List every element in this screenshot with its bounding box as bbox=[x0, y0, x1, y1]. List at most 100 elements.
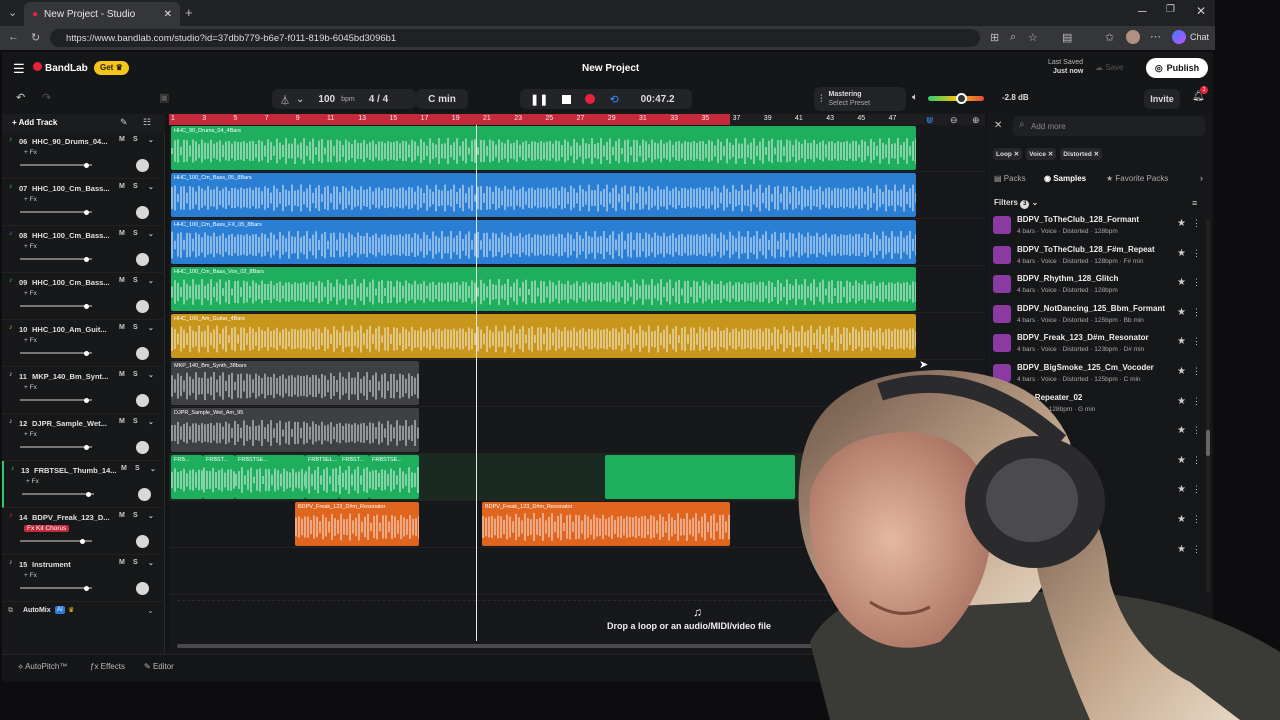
extensions-icon[interactable]: ▤ bbox=[1062, 31, 1072, 44]
more-options-icon[interactable]: ⋮ bbox=[1192, 218, 1201, 229]
pan-knob[interactable] bbox=[138, 488, 151, 501]
volume-knob[interactable] bbox=[80, 538, 85, 544]
track-header[interactable]: ♪ 12 DJPR_Sample_Wet... + Fx M S ⌄ bbox=[2, 414, 165, 461]
filter-chip[interactable]: Loop ✕ bbox=[993, 148, 1023, 160]
track-chevron-icon[interactable]: ⌄ bbox=[148, 230, 154, 238]
favorite-star-icon[interactable]: ★ bbox=[1177, 248, 1186, 259]
sample-thumbnail[interactable] bbox=[993, 216, 1011, 234]
filter-chip[interactable]: Distorted ✕ bbox=[1060, 148, 1103, 160]
effects-button[interactable]: ƒx Effects bbox=[90, 662, 125, 671]
track-volume-slider[interactable] bbox=[20, 444, 92, 450]
more-options-icon[interactable]: ⋮ bbox=[1192, 307, 1201, 318]
track-name[interactable]: 14 bbox=[19, 513, 27, 522]
sort-icon[interactable]: ≡ bbox=[1192, 198, 1197, 208]
solo-button[interactable]: S bbox=[133, 512, 138, 519]
track-title[interactable]: BDPV_Freak_123_D... bbox=[32, 513, 110, 522]
track-header[interactable]: ♪ 08 HHC_100_Cm_Bass... + Fx M S ⌄ bbox=[2, 226, 165, 273]
editor-button[interactable]: ✎ Editor bbox=[144, 662, 174, 671]
audio-clip[interactable]: HHC_100_Cm_Bass_05_8Bars bbox=[171, 173, 916, 217]
tab-samples[interactable]: ◉ Samples bbox=[1044, 174, 1086, 183]
audio-clip[interactable]: BDPV_Freak_123_D#m_Resonator bbox=[295, 502, 419, 546]
track-title[interactable]: HHC_100_Cm_Bass... bbox=[32, 184, 110, 193]
time-signature[interactable]: 4 / 4 bbox=[369, 94, 388, 105]
track-title[interactable]: MKP_140_Bm_Synt... bbox=[32, 372, 108, 381]
track-header[interactable]: ♪ 10 HHC_100_Am_Guit... + Fx M S ⌄ bbox=[2, 320, 165, 367]
track-fx-button[interactable]: + Fx bbox=[24, 431, 37, 438]
track-chevron-icon[interactable]: ⌄ bbox=[148, 559, 154, 567]
solo-button[interactable]: S bbox=[133, 136, 138, 143]
track-volume-slider[interactable] bbox=[22, 491, 94, 497]
audio-clip[interactable]: MKP_140_Bm_Synth_38bars bbox=[171, 361, 419, 405]
audio-clip[interactable]: FRBTSEL... bbox=[305, 455, 339, 499]
track-header[interactable]: ♪ 09 HHC_100_Cm_Bass... + Fx M S ⌄ bbox=[2, 273, 165, 320]
track-volume-slider[interactable] bbox=[20, 397, 92, 403]
master-volume-knob[interactable] bbox=[956, 93, 967, 104]
sample-thumbnail[interactable] bbox=[993, 334, 1011, 353]
more-options-icon[interactable]: ⋮ bbox=[1192, 336, 1201, 347]
track-chevron-icon[interactable]: ⌄ bbox=[150, 465, 156, 473]
track-volume-slider[interactable] bbox=[20, 209, 92, 215]
undo-icon[interactable]: ↶ bbox=[16, 91, 25, 104]
pan-knob[interactable] bbox=[136, 582, 149, 595]
audio-clip[interactable]: FRBSTSE... bbox=[369, 455, 419, 499]
mute-button[interactable]: M bbox=[119, 183, 125, 190]
sample-thumbnail[interactable] bbox=[993, 245, 1011, 264]
pan-knob[interactable] bbox=[136, 253, 149, 266]
favorite-star-icon[interactable]: ★ bbox=[1177, 307, 1186, 318]
tab-favorite-packs[interactable]: ★ Favorite Packs bbox=[1106, 174, 1168, 183]
solo-button[interactable]: S bbox=[133, 230, 138, 237]
project-title[interactable]: New Project bbox=[582, 63, 639, 74]
more-options-icon[interactable]: ⋮ bbox=[1192, 248, 1201, 259]
get-button[interactable]: Get ♛ bbox=[94, 61, 129, 75]
bookmark-star-icon[interactable]: ☆ bbox=[1028, 31, 1038, 44]
track-fx-button[interactable]: + Fx bbox=[24, 290, 37, 297]
track-fx-button[interactable]: + Fx bbox=[24, 149, 37, 156]
volume-knob[interactable] bbox=[84, 585, 89, 591]
invite-button[interactable]: Invite bbox=[1144, 89, 1180, 109]
track-volume-slider[interactable] bbox=[20, 303, 92, 309]
track-title[interactable]: Instrument bbox=[32, 560, 71, 569]
tab-list-chevron-icon[interactable]: ⌄ bbox=[8, 6, 17, 19]
track-chevron-icon[interactable]: ⌄ bbox=[148, 418, 154, 426]
mute-button[interactable]: M bbox=[119, 324, 125, 331]
pause-icon[interactable]: ❚❚ bbox=[530, 93, 548, 106]
track-title[interactable]: HHC_100_Am_Guit... bbox=[32, 325, 107, 334]
mute-button[interactable]: M bbox=[119, 371, 125, 378]
sample-list-item[interactable]: BDPV_NotDancing_125_Bbm_Formant 4 bars · … bbox=[991, 301, 1205, 330]
sample-list-item[interactable]: BDPV_Rhythm_128_Glitch 4 bars · Voice · D… bbox=[991, 271, 1205, 300]
favorite-star-icon[interactable]: ★ bbox=[1177, 277, 1186, 288]
pan-knob[interactable] bbox=[136, 159, 149, 172]
redo-icon[interactable]: ↷ bbox=[42, 91, 51, 104]
track-name[interactable]: 12 bbox=[19, 419, 27, 428]
track-name[interactable]: 09 bbox=[19, 278, 27, 287]
sample-search-input[interactable]: ⌕ Add more bbox=[1013, 116, 1205, 136]
scrollbar-thumb[interactable] bbox=[177, 644, 827, 648]
track-volume-slider[interactable] bbox=[20, 256, 92, 262]
audio-clip[interactable] bbox=[605, 455, 795, 499]
track-name[interactable]: 13 bbox=[21, 466, 29, 475]
publish-button[interactable]: ◎ Publish bbox=[1146, 58, 1208, 78]
mute-button[interactable]: M bbox=[119, 230, 125, 237]
solo-button[interactable]: S bbox=[133, 277, 138, 284]
add-track-button[interactable]: + Add Track bbox=[12, 118, 57, 127]
copilot-icon[interactable] bbox=[1172, 30, 1186, 44]
track-title[interactable]: HHC_90_Drums_04... bbox=[32, 137, 107, 146]
chat-label[interactable]: Chat bbox=[1190, 32, 1209, 42]
browser-tab[interactable]: ● New Project - Studio ✕ bbox=[24, 2, 180, 26]
automix-chevron-icon[interactable]: ⌄ bbox=[147, 606, 154, 615]
reload-icon[interactable]: ↻ bbox=[31, 31, 40, 44]
track-chevron-icon[interactable]: ⌄ bbox=[148, 136, 154, 144]
audio-clip[interactable]: FRBST... bbox=[203, 455, 235, 499]
key-select[interactable]: C min bbox=[416, 89, 468, 109]
mute-button[interactable]: M bbox=[119, 277, 125, 284]
solo-button[interactable]: S bbox=[133, 183, 138, 190]
tabs-next-chevron-icon[interactable]: › bbox=[1200, 173, 1203, 183]
track-chevron-icon[interactable]: ⌄ bbox=[148, 512, 154, 520]
back-icon[interactable]: ← bbox=[8, 31, 19, 43]
profile-avatar[interactable] bbox=[1126, 30, 1140, 44]
mute-button[interactable]: M bbox=[119, 559, 125, 566]
metronome-icon[interactable]: ⏃ bbox=[280, 92, 290, 107]
sample-list-item[interactable]: BDPV_ToTheClub_128_F#m_Repeat 4 bars · Vo… bbox=[991, 242, 1205, 271]
chip-remove-icon[interactable]: ✕ bbox=[1048, 151, 1053, 158]
minimize-icon[interactable]: ─ bbox=[1138, 4, 1147, 18]
